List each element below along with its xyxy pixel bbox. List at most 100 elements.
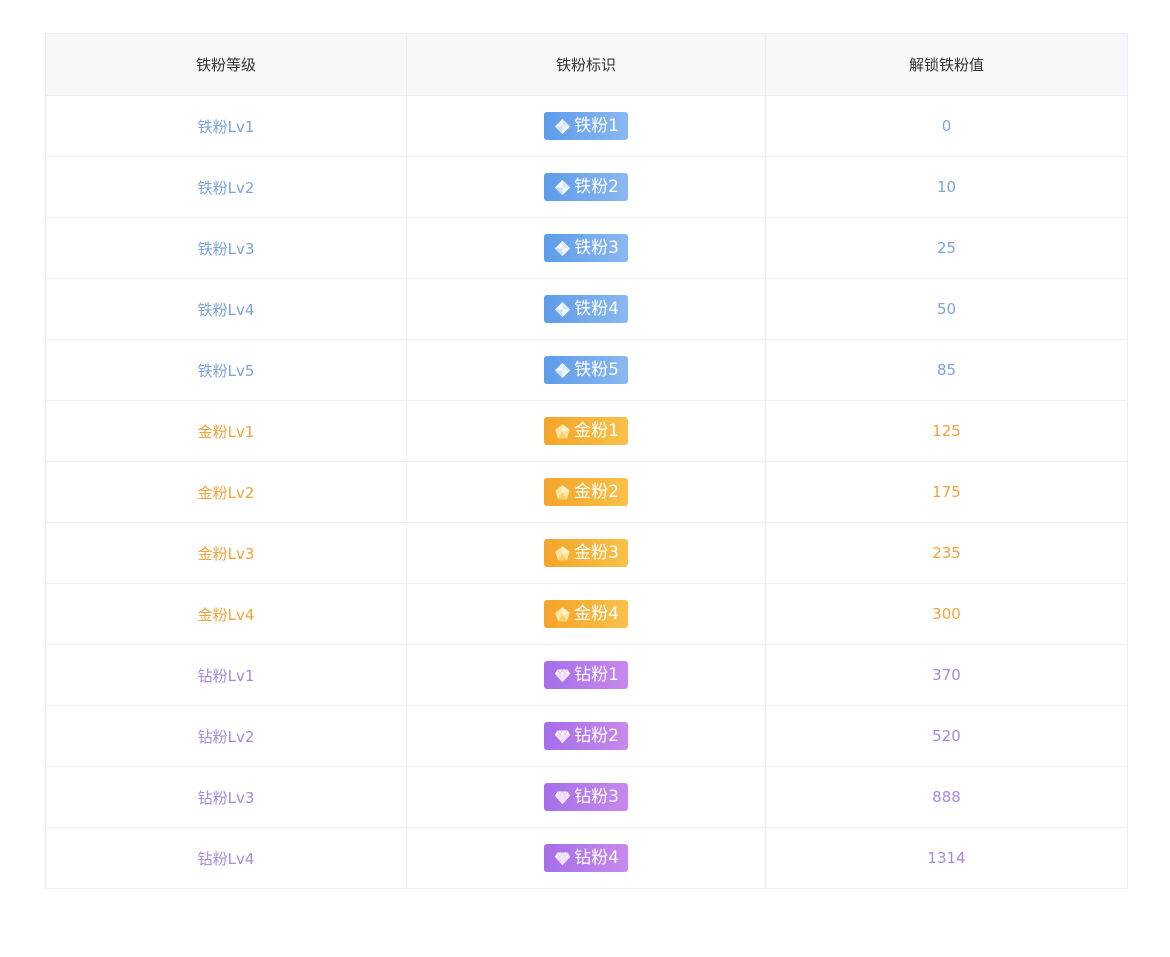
badge-cell: 金粉4 <box>406 583 766 645</box>
badge-cell: 金粉1 <box>406 400 766 462</box>
level-cell: 钻粉Lv3 <box>45 766 407 828</box>
badge-cell: 钻粉4 <box>406 827 766 889</box>
fan-badge: 铁粉3 <box>544 234 628 262</box>
level-label: 钻粉Lv4 <box>197 849 255 868</box>
table-row: 金粉Lv3 金粉3 235 <box>45 522 1128 584</box>
value-cell: 370 <box>765 644 1128 706</box>
level-cell: 金粉Lv2 <box>45 461 407 523</box>
badge-label: 金粉3 <box>574 543 619 563</box>
badge-label: 钻粉4 <box>574 848 619 868</box>
level-label: 钻粉Lv3 <box>197 788 255 807</box>
table-row: 钻粉Lv4 钻粉4 1314 <box>45 827 1128 889</box>
fan-badge: 铁粉4 <box>544 295 628 323</box>
header-badge: 铁粉标识 <box>406 33 766 96</box>
badge-label: 铁粉1 <box>574 116 619 136</box>
badge-label: 铁粉2 <box>574 177 619 197</box>
table-row: 铁粉Lv3 铁粉3 25 <box>45 217 1128 279</box>
fan-badge: 金粉3 <box>544 539 628 567</box>
value-cell: 10 <box>765 156 1128 218</box>
fan-badge: 金粉4 <box>544 600 628 628</box>
gold-pentagon-icon <box>554 423 571 440</box>
table-row: 金粉Lv4 金粉4 300 <box>45 583 1128 645</box>
gem-icon <box>554 728 571 745</box>
gem-icon <box>554 789 571 806</box>
gold-pentagon-icon <box>554 484 571 501</box>
table-row: 铁粉Lv4 铁粉4 50 <box>45 278 1128 340</box>
value-cell: 50 <box>765 278 1128 340</box>
unlock-value: 25 <box>936 239 957 257</box>
unlock-value: 50 <box>936 300 957 318</box>
header-value: 解锁铁粉值 <box>765 33 1128 96</box>
level-label: 钻粉Lv2 <box>197 727 255 746</box>
badge-label: 铁粉3 <box>574 238 619 258</box>
header-row: 铁粉等级 铁粉标识 解锁铁粉值 <box>45 33 1128 96</box>
gem-icon <box>554 850 571 867</box>
table-row: 金粉Lv2 金粉2 175 <box>45 461 1128 523</box>
unlock-value: 175 <box>932 483 961 501</box>
unlock-value: 888 <box>932 788 961 806</box>
table-header: 铁粉等级 铁粉标识 解锁铁粉值 <box>45 33 1128 96</box>
badge-cell: 铁粉4 <box>406 278 766 340</box>
value-cell: 125 <box>765 400 1128 462</box>
table-body: 铁粉Lv1 铁粉1 0 铁粉Lv2 铁粉2 10 铁粉Lv3 铁粉3 25 铁粉Lv4 铁粉4 50 铁… <box>45 95 1128 889</box>
fan-badge: 钻粉3 <box>544 783 628 811</box>
header-level: 铁粉等级 <box>45 33 407 96</box>
value-cell: 520 <box>765 705 1128 767</box>
level-label: 铁粉Lv5 <box>197 361 255 380</box>
level-label: 铁粉Lv3 <box>197 239 255 258</box>
fan-badge: 铁粉5 <box>544 356 628 384</box>
level-cell: 钻粉Lv4 <box>45 827 407 889</box>
badge-cell: 金粉3 <box>406 522 766 584</box>
level-label: 铁粉Lv1 <box>197 117 255 136</box>
badge-label: 金粉2 <box>574 482 619 502</box>
unlock-value: 235 <box>932 544 961 562</box>
level-cell: 钻粉Lv2 <box>45 705 407 767</box>
unlock-value: 85 <box>936 361 957 379</box>
level-label: 钻粉Lv1 <box>197 666 255 685</box>
level-cell: 铁粉Lv5 <box>45 339 407 401</box>
level-cell: 铁粉Lv3 <box>45 217 407 279</box>
unlock-value: 370 <box>932 666 961 684</box>
badge-cell: 金粉2 <box>406 461 766 523</box>
badge-label: 金粉4 <box>574 604 619 624</box>
value-cell: 300 <box>765 583 1128 645</box>
badge-cell: 铁粉3 <box>406 217 766 279</box>
table-row: 金粉Lv1 金粉1 125 <box>45 400 1128 462</box>
table-row: 钻粉Lv1 钻粉1 370 <box>45 644 1128 706</box>
level-cell: 铁粉Lv1 <box>45 95 407 157</box>
badge-cell: 铁粉2 <box>406 156 766 218</box>
badge-label: 金粉1 <box>574 421 619 441</box>
value-cell: 1314 <box>765 827 1128 889</box>
level-cell: 铁粉Lv4 <box>45 278 407 340</box>
table-row: 铁粉Lv2 铁粉2 10 <box>45 156 1128 218</box>
iron-diamond-icon <box>554 362 571 379</box>
level-label: 金粉Lv1 <box>197 422 255 441</box>
value-cell: 0 <box>765 95 1128 157</box>
level-cell: 金粉Lv3 <box>45 522 407 584</box>
table-row: 钻粉Lv2 钻粉2 520 <box>45 705 1128 767</box>
badge-label: 铁粉5 <box>574 360 619 380</box>
badge-label: 钻粉2 <box>574 726 619 746</box>
iron-diamond-icon <box>554 179 571 196</box>
badge-cell: 钻粉2 <box>406 705 766 767</box>
gem-icon <box>554 667 571 684</box>
value-cell: 85 <box>765 339 1128 401</box>
fan-badge: 金粉2 <box>544 478 628 506</box>
fan-level-table: 铁粉等级 铁粉标识 解锁铁粉值 铁粉Lv1 铁粉1 0 铁粉Lv2 铁粉2 10 铁粉Lv3… <box>45 33 1128 889</box>
iron-diamond-icon <box>554 240 571 257</box>
level-label: 铁粉Lv2 <box>197 178 255 197</box>
level-cell: 金粉Lv4 <box>45 583 407 645</box>
unlock-value: 0 <box>941 117 952 135</box>
level-cell: 钻粉Lv1 <box>45 644 407 706</box>
badge-cell: 钻粉3 <box>406 766 766 828</box>
table-row: 铁粉Lv1 铁粉1 0 <box>45 95 1128 157</box>
fan-badge: 钻粉2 <box>544 722 628 750</box>
unlock-value: 125 <box>932 422 961 440</box>
fan-badge: 金粉1 <box>544 417 628 445</box>
level-label: 金粉Lv4 <box>197 605 255 624</box>
unlock-value: 300 <box>932 605 961 623</box>
value-cell: 888 <box>765 766 1128 828</box>
value-cell: 175 <box>765 461 1128 523</box>
badge-cell: 铁粉5 <box>406 339 766 401</box>
level-label: 金粉Lv3 <box>197 544 255 563</box>
